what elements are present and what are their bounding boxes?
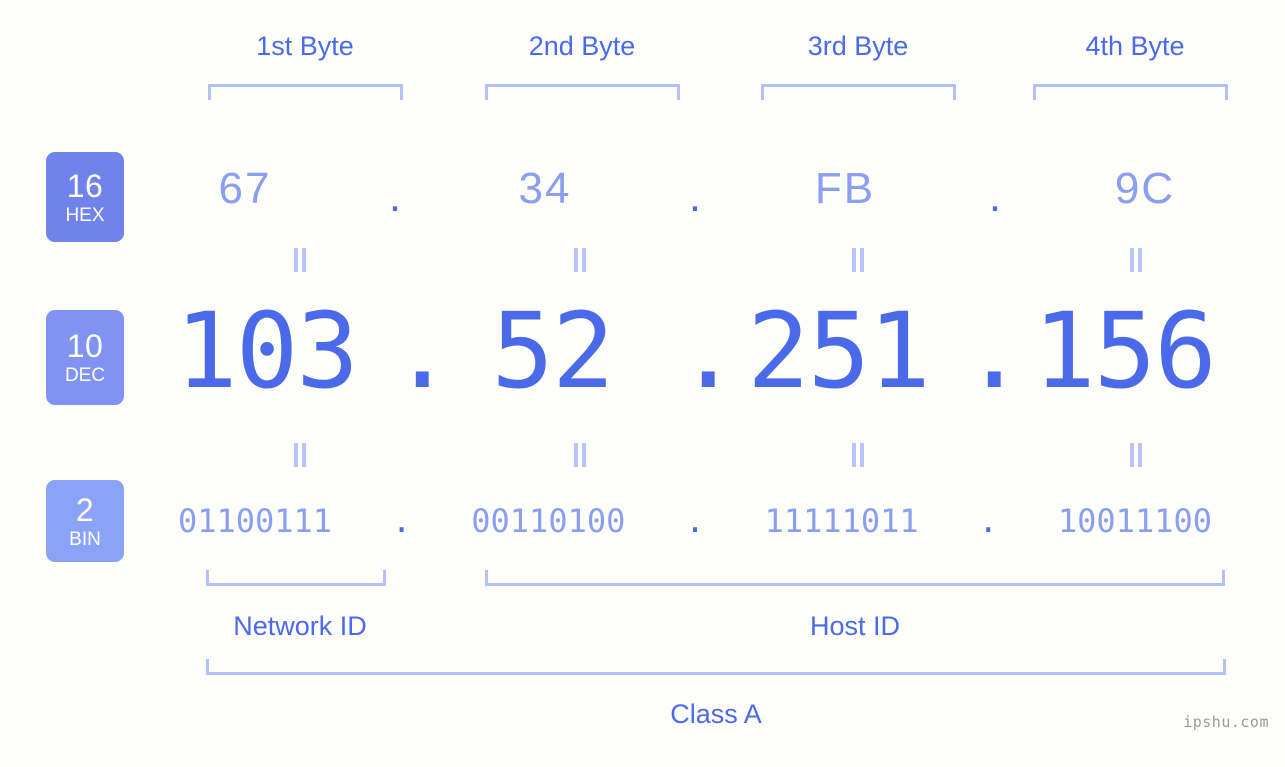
binary-octet-4: 10011100 [1057,502,1212,540]
decimal-separator-3: . [963,290,1026,412]
hex-octet-4: 9C [1114,164,1176,213]
class-bracket [206,659,1226,675]
byte-header-label-2: 2nd Byte [528,31,636,61]
hex-separator-2: . [688,172,702,221]
binary-separator-3: . [978,502,998,540]
base-badge-bin-number: 2 [75,491,95,528]
byte-bracket-top-4 [1033,84,1228,100]
byte-header-label-1: 1st Byte [256,31,354,61]
network-id-label: Network ID [233,611,367,641]
hex-octet-2: 34 [518,164,572,213]
byte-header-label-4: 4th Byte [1085,31,1185,61]
decimal-value-row: 103 . 52 . 251 . 156 [150,290,1240,412]
base-badge-dec-name: DEC [64,365,106,386]
base-badge-hex: 16 HEX [46,152,124,242]
equals-connector-hex-dec-4 [1129,248,1143,272]
host-id-label: Host ID [809,611,901,641]
decimal-octet-1: 103 [175,290,359,412]
hex-octet-3: FB [814,164,876,213]
equals-connector-dec-bin-1 [293,443,307,467]
hex-separator-3: . [988,172,1002,221]
equals-connector-dec-bin-2 [573,443,587,467]
hex-value-row: 67 . 34 . FB . 9C [150,150,1240,228]
binary-separator-1: . [392,502,412,540]
ip-address-diagram: 1st Byte 2nd Byte 3rd Byte 4th Byte 16 H… [0,0,1285,767]
binary-octet-2: 00110100 [471,502,626,540]
equals-connector-hex-dec-2 [573,248,587,272]
decimal-separator-2: . [677,290,740,412]
equals-connector-dec-bin-3 [851,443,865,467]
equals-connector-hex-dec-3 [851,248,865,272]
class-label: Class A [670,699,762,729]
base-badge-dec: 10 DEC [46,310,124,405]
equals-connector-dec-bin-4 [1129,443,1143,467]
base-badge-hex-name: HEX [65,204,105,226]
binary-separator-2: . [685,502,705,540]
base-badge-dec-number: 10 [66,328,104,364]
equals-connector-hex-dec-1 [293,248,307,272]
decimal-separator-1: . [391,290,454,412]
binary-octet-3: 11111011 [764,502,919,540]
watermark: ipshu.com [1183,713,1269,731]
base-badge-bin: 2 BIN [46,480,124,562]
decimal-octet-3: 251 [747,290,931,412]
byte-bracket-top-3 [761,84,956,100]
binary-octet-1: 01100111 [177,502,333,540]
base-badge-hex-number: 16 [66,167,104,204]
hex-octet-1: 67 [218,164,272,213]
base-badge-bin-name: BIN [69,528,101,550]
network-id-bracket [206,570,386,586]
binary-value-row: 01100111 . 00110100 . 11111011 . 1001110… [150,496,1240,546]
byte-bracket-top-1 [208,84,403,100]
byte-bracket-top-2 [485,84,680,100]
byte-header-label-3: 3rd Byte [807,31,909,61]
hex-separator-1: . [388,172,402,221]
host-id-bracket [485,570,1225,586]
decimal-octet-4: 156 [1033,290,1217,412]
decimal-octet-2: 52 [491,290,614,412]
